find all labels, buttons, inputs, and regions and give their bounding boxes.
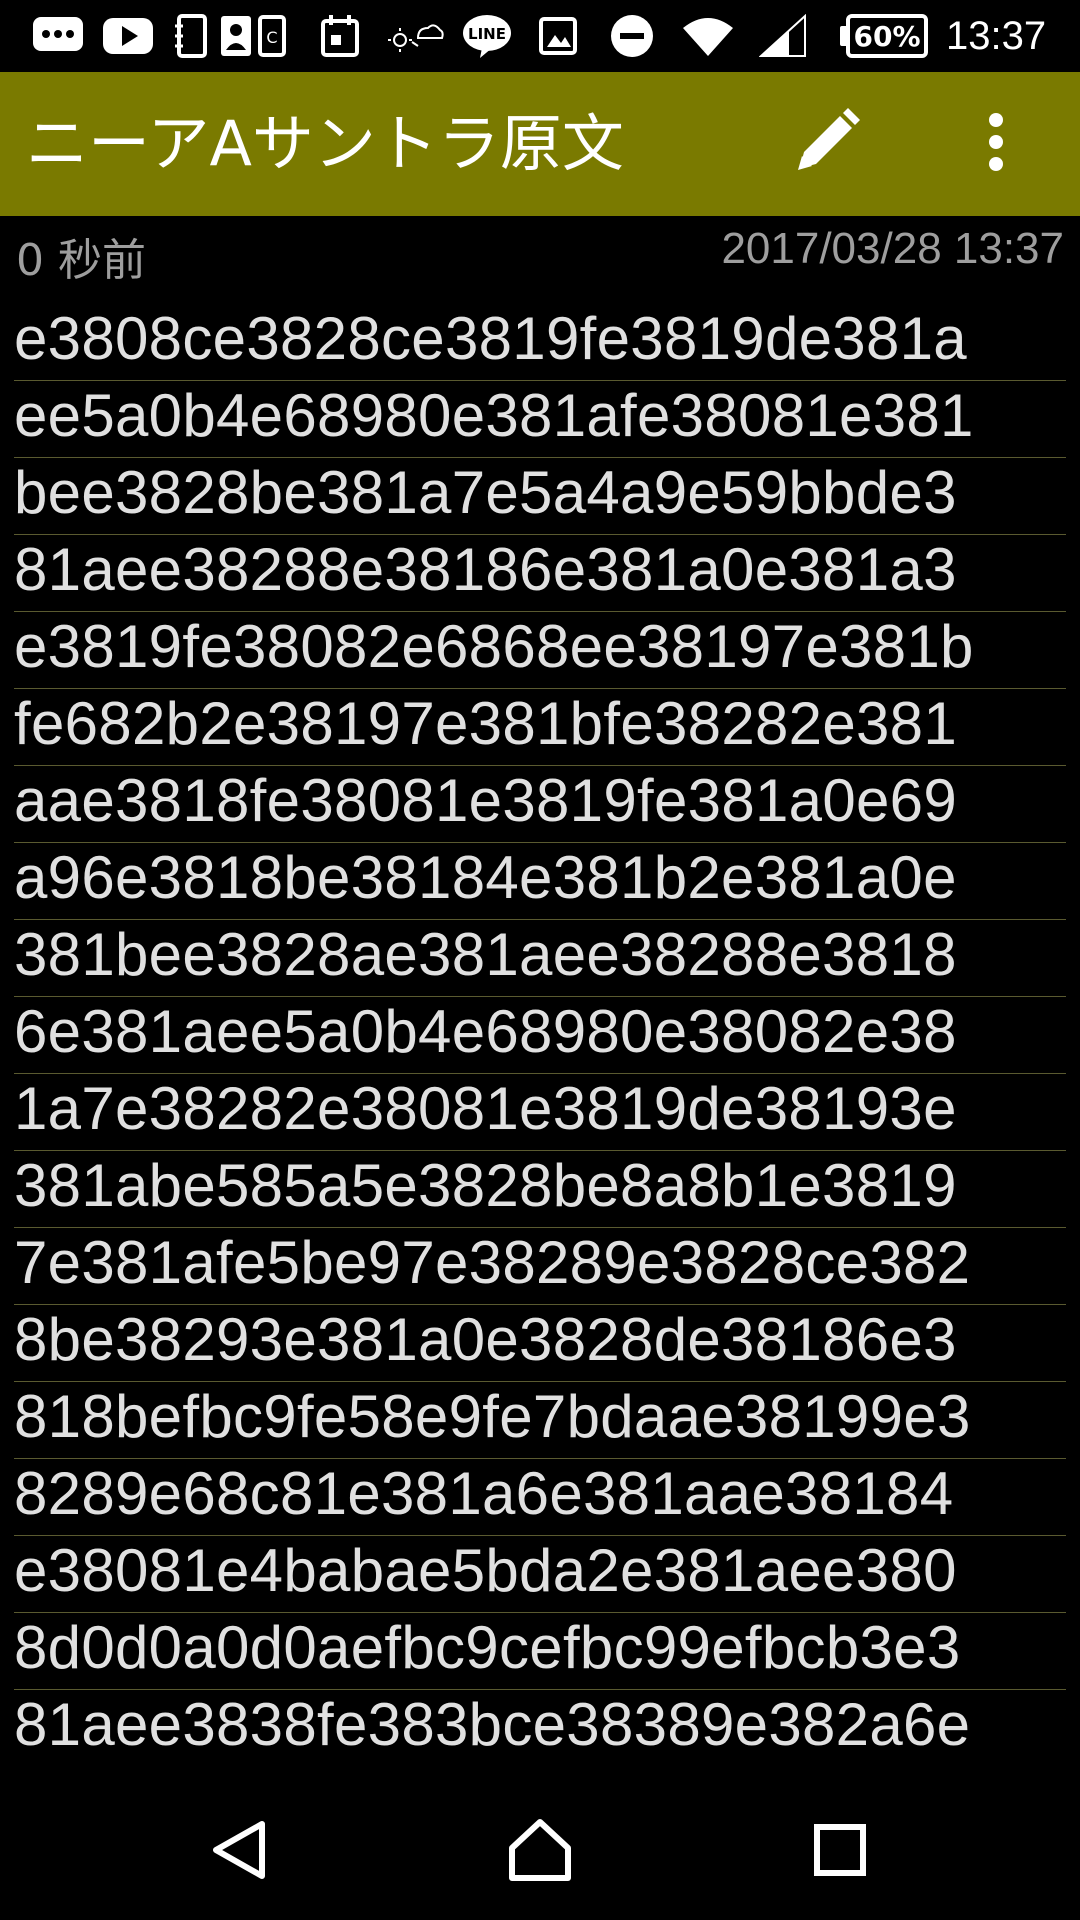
more-vert-icon: [984, 110, 1008, 178]
app-bar: ニーアAサントラ原文: [0, 72, 1080, 216]
contacts-icon: [170, 12, 214, 60]
youtube-icon: [100, 12, 156, 60]
do-not-disturb-icon: [608, 12, 656, 60]
status-bar: C LINE 60% 13:37: [0, 0, 1080, 72]
back-button[interactable]: [200, 1812, 280, 1892]
edit-button[interactable]: [786, 104, 866, 184]
timestamp: 2017/03/28 13:37: [721, 224, 1064, 273]
note-line: e3808ce3828ce3819fe3819de381a: [14, 304, 1066, 381]
note-line: fe682b2e38197e381bfe38282e381: [14, 689, 1066, 766]
page-title: ニーアAサントラ原文: [26, 107, 624, 180]
svg-text:C: C: [266, 28, 277, 47]
note-line: bee3828be381a7e5a4a9e59bbde3: [14, 458, 1066, 535]
note-line: 81aee38288e38186e381a0e381a3: [14, 535, 1066, 612]
battery-percent: 60%: [853, 19, 921, 53]
calendar-icon: [318, 12, 362, 60]
messages-icon: [30, 12, 86, 60]
signal-icon: [758, 12, 808, 60]
relative-time: 0 秒前: [16, 235, 146, 286]
recents-button[interactable]: [800, 1812, 880, 1892]
note-line: 8289e68c81e381a6e381aae38184: [14, 1459, 1066, 1536]
more-options-button[interactable]: [960, 104, 1032, 184]
note-line: 81aee3838fe383bce38389e382a6e: [14, 1690, 1066, 1764]
note-line: 8be38293e381a0e3828de38186e3: [14, 1305, 1066, 1382]
note-line: 7e381afe5be97e38289e3828ce382: [14, 1228, 1066, 1305]
note-line: e3819fe38082e6868ee38197e381b: [14, 612, 1066, 689]
note-line: a96e3818be38184e381b2e381a0e: [14, 843, 1066, 920]
home-button[interactable]: [500, 1812, 580, 1892]
home-icon: [508, 1818, 572, 1886]
note-line: 1a7e38282e38081e3819de38193e: [14, 1074, 1066, 1151]
status-clock: 13:37: [946, 14, 1047, 58]
battery-indicator: 60%: [846, 14, 928, 58]
note-meta: 0 秒前 2017/03/28 13:37: [0, 216, 1080, 286]
note-line: 381abe585a5e3828be8a8b1e3819: [14, 1151, 1066, 1228]
note-line: 6e381aee5a0b4e68980e38082e38: [14, 997, 1066, 1074]
note-line: 818befbc9fe58e9fe7bdaae38199e3: [14, 1382, 1066, 1459]
note-line: ee5a0b4e68980e381afe38081e381: [14, 381, 1066, 458]
note-body[interactable]: e3808ce3828ce3819fe3819de381a ee5a0b4e689…: [14, 304, 1066, 1764]
line-icon: LINE: [460, 12, 514, 60]
back-icon: [210, 1820, 270, 1884]
contact-card-icon: [214, 12, 258, 60]
weather-icon: [388, 12, 444, 60]
note-line: aae3818fe38081e3819fe381a0e69: [14, 766, 1066, 843]
recents-icon: [813, 1823, 867, 1881]
sim-icon: C: [254, 12, 290, 60]
screen: C LINE 60% 13:37 ニーアAサントラ原文 0 秒前 2017/03…: [0, 0, 1080, 1920]
svg-text:LINE: LINE: [468, 25, 506, 43]
navigation-bar: [0, 1776, 1080, 1920]
note-line: 8d0d0a0d0aefbc9cefbc99efbcb3e3: [14, 1613, 1066, 1690]
note-line: 381bee3828ae381aee38288e3818: [14, 920, 1066, 997]
wifi-icon: [680, 12, 736, 60]
gallery-icon: [536, 12, 580, 60]
note-line: e38081e4babae5bda2e381aee380: [14, 1536, 1066, 1613]
pencil-icon: [790, 106, 862, 182]
